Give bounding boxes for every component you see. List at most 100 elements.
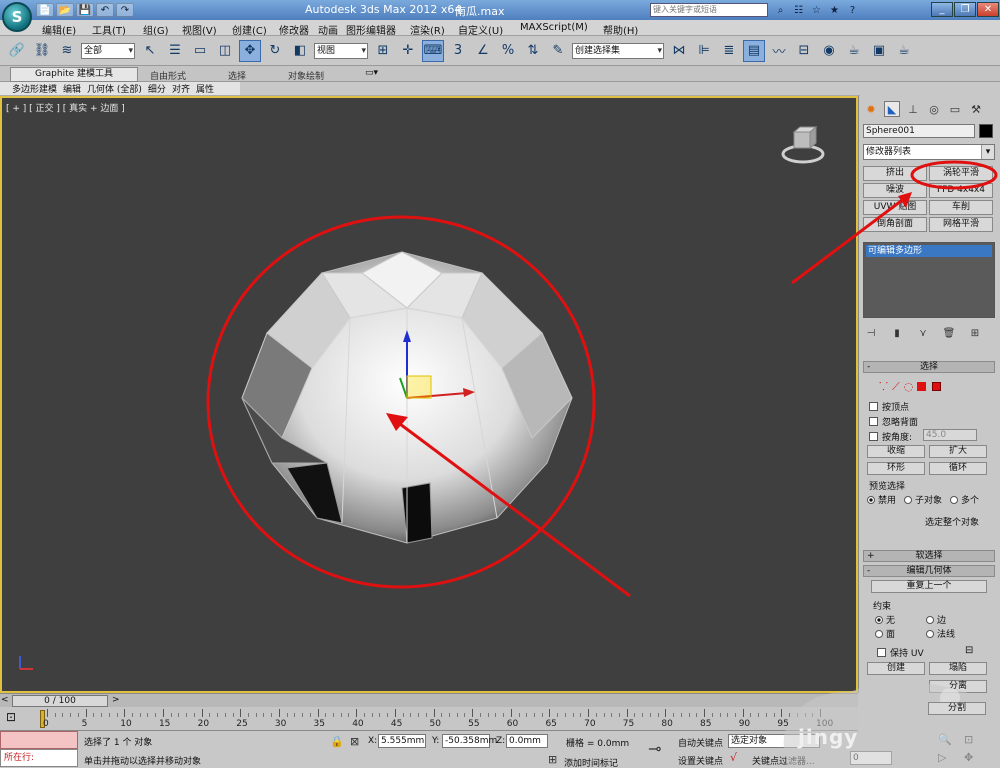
pumpkin-object[interactable] xyxy=(232,248,582,558)
layer-manager-icon[interactable]: ≣ xyxy=(718,40,740,62)
by-angle-option[interactable]: 按角度: xyxy=(869,430,912,443)
schematic-view-icon[interactable]: ⊟ xyxy=(793,40,815,62)
time-slider-next-icon[interactable]: > xyxy=(112,695,120,705)
render-setup-icon[interactable]: ☕ xyxy=(843,40,865,62)
time-slider[interactable]: < 0 / 100 > xyxy=(0,693,858,707)
keyboard-shortcut-icon[interactable]: ⌨ xyxy=(422,39,444,62)
selection-filter-dropdown[interactable]: 全部 xyxy=(81,42,135,59)
element-level-icon[interactable] xyxy=(932,382,942,391)
viewcube-icon[interactable] xyxy=(780,126,826,166)
tab-freeform[interactable]: 自由形式 xyxy=(150,69,186,82)
chevron-down-icon[interactable]: ▾ xyxy=(981,145,994,159)
select-rotate-icon[interactable]: ↻ xyxy=(264,40,286,62)
select-by-name-icon[interactable]: ☰ xyxy=(164,40,186,62)
save-file-icon[interactable]: 💾 xyxy=(76,3,94,17)
time-slider-thumb[interactable]: 0 / 100 xyxy=(12,695,108,707)
z-coord-field[interactable]: 0.0mm xyxy=(506,734,548,748)
preserve-uv-option[interactable]: 保持 UV xyxy=(877,646,924,659)
render-production-icon[interactable]: ☕ xyxy=(893,40,915,62)
menu-maxscript[interactable]: MAXScript(M) xyxy=(520,22,588,33)
x-coord-field[interactable]: 5.555mm xyxy=(378,734,426,748)
create-tab-icon[interactable]: ✹ xyxy=(863,101,879,117)
ring-button[interactable]: 环形 xyxy=(867,462,925,475)
absolute-mode-icon[interactable]: ⊠ xyxy=(350,735,359,748)
vertex-level-icon[interactable]: ⸪ xyxy=(879,379,888,394)
mod-btn-turbosmooth[interactable]: 涡轮平滑 xyxy=(929,166,993,181)
constraint-edge-radio[interactable] xyxy=(926,615,934,624)
preserve-uv-checkbox[interactable] xyxy=(877,648,886,657)
configure-sets-icon[interactable]: ⊞ xyxy=(967,326,983,340)
modifier-stack[interactable]: 可编辑多边形 xyxy=(863,242,995,318)
render-frame-icon[interactable]: ▣ xyxy=(868,40,890,62)
graphite-toggle-icon[interactable]: ▤ xyxy=(743,39,765,62)
constraint-face-radio[interactable] xyxy=(875,629,883,638)
loop-button[interactable]: 循环 xyxy=(929,462,987,475)
constraint-none-radio[interactable] xyxy=(875,615,883,624)
mod-btn-extrude[interactable]: 挤出 xyxy=(863,166,927,181)
set-key-button[interactable]: 设置关键点 xyxy=(678,754,723,767)
material-editor-icon[interactable]: ◉ xyxy=(818,40,840,62)
rect-region-icon[interactable]: ▭ xyxy=(189,40,211,62)
hierarchy-tab-icon[interactable]: ⊥ xyxy=(905,101,921,117)
tab-selection[interactable]: 选择 xyxy=(228,69,246,82)
menu-help[interactable]: 帮助(H) xyxy=(603,22,638,37)
menu-modifiers[interactable]: 修改器 xyxy=(279,22,309,37)
new-file-icon[interactable]: 📄 xyxy=(36,3,54,17)
mod-btn-lathe[interactable]: 车削 xyxy=(929,200,993,215)
rollout-selection-header[interactable]: - 选择 xyxy=(863,361,995,373)
preview-multi-radio[interactable] xyxy=(950,495,959,504)
menu-customize[interactable]: 自定义(U) xyxy=(458,22,503,37)
menu-animation[interactable]: 动画 xyxy=(318,22,338,37)
link-icon[interactable]: 🔗 xyxy=(6,40,28,62)
by-vertex-checkbox[interactable] xyxy=(869,402,878,411)
angle-snap-icon[interactable]: ∠ xyxy=(472,40,494,62)
pivot-center-icon[interactable]: ⊞ xyxy=(372,40,394,62)
redo-icon[interactable]: ↷ xyxy=(116,3,134,17)
named-selection-dropdown[interactable]: 创建选择集 xyxy=(572,42,664,59)
pin-stack-icon[interactable]: ⊣ xyxy=(863,326,879,340)
preview-disable-radio[interactable] xyxy=(867,495,875,504)
menu-group[interactable]: 组(G) xyxy=(143,22,169,37)
panel-subdivision[interactable]: 细分 xyxy=(148,82,166,95)
mirror-icon[interactable]: ⋈ xyxy=(668,40,690,62)
unlink-icon[interactable]: ⛓ xyxy=(31,40,53,62)
set-key-mode-icon[interactable]: ⊸ xyxy=(648,739,661,758)
mod-btn-ffd[interactable]: FFD 4x4x4 xyxy=(929,183,993,198)
align-icon[interactable]: ⊫ xyxy=(693,40,715,62)
track-bar[interactable]: ⊡ 0 5 10 15 20 25 30 35 40 45 50 55 60 65 70 75 80 85 90 95… xyxy=(0,707,858,731)
menu-views[interactable]: 视图(V) xyxy=(182,22,217,37)
search-input[interactable]: 键入关键字或短语 xyxy=(650,3,768,17)
motion-tab-icon[interactable]: ◎ xyxy=(926,101,942,117)
panel-edit[interactable]: 编辑 xyxy=(63,82,81,95)
mod-btn-bevel-profile[interactable]: 倒角剖面 xyxy=(863,217,927,232)
object-name-field[interactable]: Sphere001 xyxy=(863,124,975,138)
rollout-edit-geometry-header[interactable]: - 编辑几何体 xyxy=(863,565,995,577)
by-vertex-option[interactable]: 按顶点 xyxy=(869,400,909,413)
shrink-button[interactable]: 收缩 xyxy=(867,445,925,458)
bind-space-warp-icon[interactable]: ≋ xyxy=(56,40,78,62)
mod-btn-noise[interactable]: 噪波 xyxy=(863,183,927,198)
percent-snap-icon[interactable]: % xyxy=(497,40,519,62)
curve-editor-icon[interactable]: 〰 xyxy=(768,40,790,62)
panel-align[interactable]: 对齐 xyxy=(172,82,190,95)
add-time-tag[interactable]: 添加时间标记 xyxy=(564,756,618,768)
preview-subobject-radio[interactable] xyxy=(904,495,913,504)
spinner-snap-icon[interactable]: ⇅ xyxy=(522,40,544,62)
maxscript-current-line[interactable]: 所在行: xyxy=(0,749,78,767)
key-filter-icon[interactable]: √ xyxy=(730,751,737,764)
object-color-swatch[interactable] xyxy=(979,124,993,138)
panel-geometry-all[interactable]: 几何体 (全部) xyxy=(87,82,142,95)
panel-polygon-modeling[interactable]: 多边形建模 xyxy=(12,82,57,95)
menu-create[interactable]: 创建(C) xyxy=(232,22,267,37)
angle-value-field[interactable]: 45.0 xyxy=(923,429,977,441)
communication-icon[interactable]: ☆ xyxy=(809,3,824,17)
help-icon[interactable]: ? xyxy=(845,3,860,17)
split-button[interactable]: 分割 xyxy=(928,702,986,715)
utilities-tab-icon[interactable]: ⚒ xyxy=(968,101,984,117)
auto-key-button[interactable]: 自动关键点 xyxy=(678,736,723,749)
modifier-list-dropdown[interactable]: 修改器列表 ▾ xyxy=(863,144,995,160)
ignore-backfacing-option[interactable]: 忽略背面 xyxy=(869,415,918,428)
select-scale-icon[interactable]: ◧ xyxy=(289,40,311,62)
mod-btn-meshsmooth[interactable]: 网格平滑 xyxy=(929,217,993,232)
modify-tab-icon[interactable]: ◣ xyxy=(884,101,900,117)
